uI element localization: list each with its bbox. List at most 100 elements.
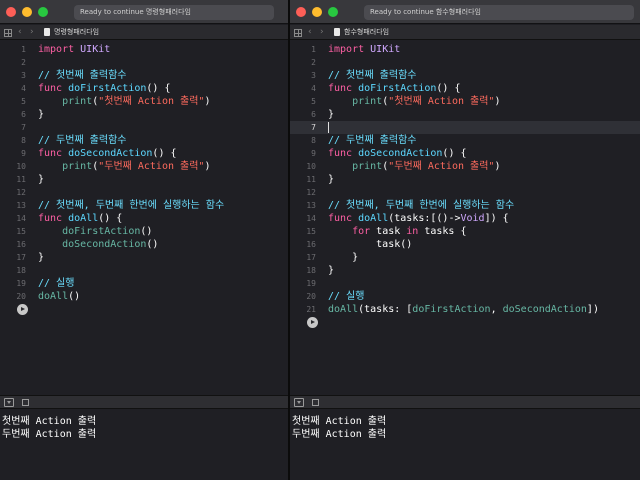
code-line[interactable]: 10 print("두번째 Action 출력") <box>290 160 640 173</box>
run-play-icon[interactable] <box>17 304 28 315</box>
code-line[interactable]: 21 doAll(tasks: [doFirstAction, doSecondA… <box>290 303 640 316</box>
chevron-right-icon[interactable]: › <box>30 25 34 40</box>
code-text: // 첫번째 출력함수 <box>38 70 127 81</box>
code-line[interactable]: 13 // 첫번째, 두번째 한번에 실행하는 함수 <box>290 199 640 212</box>
chevron-left-icon[interactable]: ‹ <box>308 25 312 40</box>
code-line[interactable]: 16 task() <box>290 238 640 251</box>
line-number: 7 <box>21 123 26 132</box>
console-line: 첫번째 Action 출력 <box>292 416 387 427</box>
zoom-light-icon[interactable] <box>328 7 338 17</box>
code-line[interactable]: 7 <box>290 121 640 134</box>
code-line[interactable]: 7 <box>0 121 288 134</box>
code-line[interactable]: 18} <box>290 264 640 277</box>
console-icon[interactable] <box>312 399 319 406</box>
code-line[interactable]: 9 func doSecondAction() { <box>290 147 640 160</box>
code-editor[interactable]: 1 import UIKit 2 3 // 첫번째 출력함수 4 func doFirstA… <box>290 41 640 395</box>
code-text: func doSecondAction() { <box>328 148 467 159</box>
window-controls <box>6 7 48 17</box>
swift-file-icon <box>44 28 50 36</box>
line-number: 13 <box>16 201 26 210</box>
code-line[interactable]: 20 // 실행 <box>290 290 640 303</box>
code-text: print("첫번째 Action 출력") <box>352 96 501 107</box>
file-name[interactable]: 함수형패러다임 <box>344 25 389 40</box>
playground-window-functional: Ready to continue 함수형패러다임 ‹ › 함수형패러다임 1 i… <box>290 0 640 480</box>
code-line[interactable]: 15 for task in tasks { <box>290 225 640 238</box>
hide-debug-area-icon[interactable] <box>294 398 304 407</box>
debug-bar <box>0 395 288 409</box>
code-line[interactable]: 2 <box>290 56 640 69</box>
line-number: 18 <box>16 266 26 275</box>
line-number: 20 <box>306 292 316 301</box>
code-line[interactable]: 14 func doAll(tasks:[()->Void]) { <box>290 212 640 225</box>
code-line[interactable]: 1 import UIKit <box>0 43 288 56</box>
code-line[interactable]: 3 // 첫번째 출력함수 <box>290 69 640 82</box>
grid-icon[interactable] <box>4 29 12 37</box>
code-text: for task in tasks { <box>352 226 467 237</box>
code-line[interactable]: 18 <box>0 264 288 277</box>
code-line[interactable]: 17} <box>0 251 288 264</box>
code-text: } <box>328 109 335 120</box>
line-number: 15 <box>306 227 316 236</box>
code-line[interactable]: 17 } <box>290 251 640 264</box>
code-line[interactable]: 14 func doAll() { <box>0 212 288 225</box>
code-line[interactable]: 19 // 실행 <box>0 277 288 290</box>
chevron-left-icon[interactable]: ‹ <box>18 25 22 40</box>
minimize-light-icon[interactable] <box>312 7 322 17</box>
code-line[interactable]: 19 <box>290 277 640 290</box>
code-text: print("두번째 Action 출력") <box>352 161 501 172</box>
line-number: 5 <box>21 97 26 106</box>
grid-icon[interactable] <box>294 29 302 37</box>
text-caret <box>328 121 329 133</box>
code-line[interactable]: 4 func doFirstAction() { <box>290 82 640 95</box>
activity-status: Ready to continue 함수형패러다임 <box>364 5 634 20</box>
zoom-light-icon[interactable] <box>38 7 48 17</box>
code-line[interactable]: 8 // 두번째 출력함수 <box>0 134 288 147</box>
code-text: } <box>328 265 335 276</box>
close-light-icon[interactable] <box>6 7 16 17</box>
console-icon[interactable] <box>22 399 29 406</box>
minimize-light-icon[interactable] <box>22 7 32 17</box>
code-line[interactable]: 11} <box>290 173 640 186</box>
code-line[interactable]: 9 func doSecondAction() { <box>0 147 288 160</box>
line-number: 15 <box>16 227 26 236</box>
line-number: 2 <box>21 58 26 67</box>
code-line[interactable]: 12 <box>0 186 288 199</box>
title-bar: Ready to continue 함수형패러다임 <box>290 0 640 24</box>
code-line[interactable]: 20 doAll() <box>0 290 288 303</box>
code-text: import UIKit <box>328 44 401 55</box>
line-number: 16 <box>306 240 316 249</box>
code-line[interactable]: 3 // 첫번째 출력함수 <box>0 69 288 82</box>
line-number: 9 <box>311 149 316 158</box>
code-line[interactable]: 1 import UIKit <box>290 43 640 56</box>
code-editor[interactable]: 1 import UIKit 2 3 // 첫번째 출력함수 4 func doFirstA… <box>0 41 288 395</box>
code-line[interactable]: 15 doFirstAction() <box>0 225 288 238</box>
code-line[interactable]: 5 print("첫번째 Action 출력") <box>0 95 288 108</box>
line-number: 1 <box>21 45 26 54</box>
line-number: 10 <box>16 162 26 171</box>
code-line[interactable]: 13 // 첫번째, 두번째 한번에 실행하는 함수 <box>0 199 288 212</box>
code-text: // 첫번째 출력함수 <box>328 70 417 81</box>
line-number: 19 <box>306 279 316 288</box>
code-line[interactable]: 12 <box>290 186 640 199</box>
console-line: 첫번째 Action 출력 <box>2 416 97 427</box>
code-line[interactable]: 6} <box>0 108 288 121</box>
chevron-right-icon[interactable]: › <box>320 25 324 40</box>
code-line[interactable]: 16 doSecondAction() <box>0 238 288 251</box>
code-line[interactable]: 8 // 두번째 출력함수 <box>290 134 640 147</box>
close-light-icon[interactable] <box>296 7 306 17</box>
code-text: // 두번째 출력함수 <box>328 135 417 146</box>
window-controls <box>296 7 338 17</box>
run-play-icon[interactable] <box>307 317 318 328</box>
line-number: 14 <box>306 214 316 223</box>
code-line[interactable]: 4 func doFirstAction() { <box>0 82 288 95</box>
code-line[interactable]: 5 print("첫번째 Action 출력") <box>290 95 640 108</box>
code-line[interactable]: 10 print("두번째 Action 출력") <box>0 160 288 173</box>
hide-debug-area-icon[interactable] <box>4 398 14 407</box>
code-text: // 두번째 출력함수 <box>38 135 127 146</box>
code-line[interactable]: 2 <box>0 56 288 69</box>
code-line[interactable]: 6} <box>290 108 640 121</box>
code-text: // 실행 <box>328 291 365 302</box>
line-number: 18 <box>306 266 316 275</box>
file-name[interactable]: 명령형패러다임 <box>54 25 99 40</box>
code-line[interactable]: 11} <box>0 173 288 186</box>
